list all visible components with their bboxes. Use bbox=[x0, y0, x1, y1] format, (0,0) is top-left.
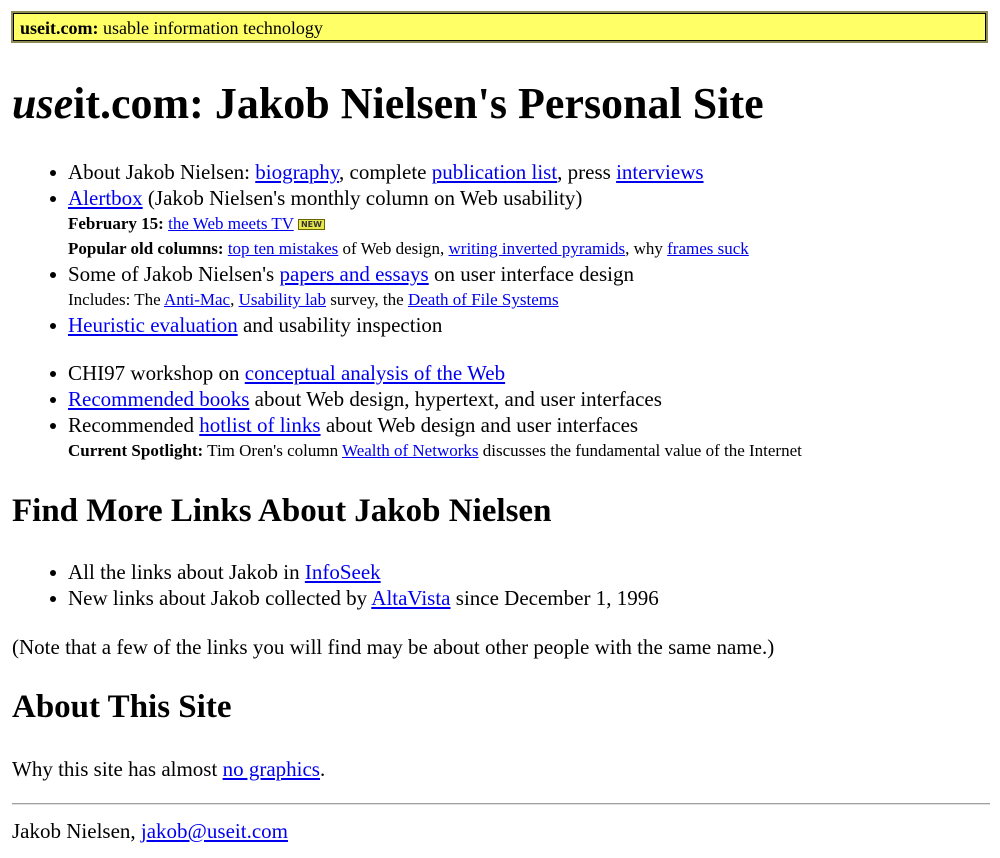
page-title-italic: use bbox=[12, 79, 74, 128]
same-name-note: (Note that a few of the links you will f… bbox=[12, 635, 775, 659]
death-of-file-systems-link[interactable]: Death of File Systems bbox=[408, 290, 559, 309]
about-sep1: , complete bbox=[339, 160, 432, 184]
footer-name: Jakob Nielsen, bbox=[12, 819, 141, 843]
site-banner: useit.com: usable information technology bbox=[11, 11, 988, 43]
list-item-chi97: CHI97 workshop on conceptual analysis of… bbox=[0, 360, 802, 386]
hotlist-link[interactable]: hotlist of links bbox=[199, 413, 320, 437]
papers-essays-link[interactable]: papers and essays bbox=[279, 262, 428, 286]
hotlist-prefix: Recommended bbox=[68, 413, 200, 437]
alertbox-link[interactable]: Alertbox bbox=[68, 186, 143, 210]
altavista-rest: since December 1, 1996 bbox=[450, 586, 659, 610]
about-site-heading: About This Site bbox=[12, 689, 232, 725]
inverted-pyramids-link[interactable]: writing inverted pyramids bbox=[449, 239, 626, 258]
find-links-list: All the links about Jakob in InfoSeek Ne… bbox=[0, 559, 659, 611]
banner-tagline: usable information technology bbox=[98, 18, 323, 38]
no-graphics-link[interactable]: no graphics bbox=[223, 757, 320, 781]
wealth-of-networks-link[interactable]: Wealth of Networks bbox=[342, 441, 478, 460]
no-graphics-prefix: Why this site has almost bbox=[12, 757, 223, 781]
list-item-books: Recommended books about Web design, hype… bbox=[0, 386, 802, 412]
altavista-link[interactable]: AltaVista bbox=[371, 586, 450, 610]
about-prefix: About Jakob Nielsen: bbox=[68, 160, 256, 184]
infoseek-prefix: All the links about Jakob in bbox=[68, 560, 305, 584]
chi-prefix: CHI97 workshop on bbox=[68, 361, 245, 385]
papers-rest: on user interface design bbox=[428, 262, 634, 286]
alertbox-popular: Popular old columns: top ten mistakes of… bbox=[68, 236, 749, 261]
top-ten-mistakes-link[interactable]: top ten mistakes bbox=[228, 239, 338, 258]
popular-sep2: , why bbox=[625, 239, 668, 258]
list-item-about: About Jakob Nielsen: biography, complete… bbox=[0, 159, 749, 185]
publication-list-link[interactable]: publication list bbox=[432, 160, 557, 184]
papers-prefix: Some of Jakob Nielsen's bbox=[68, 262, 280, 286]
latest-date-label: February 15: bbox=[68, 214, 164, 233]
heuristic-evaluation-link[interactable]: Heuristic evaluation bbox=[68, 313, 238, 337]
list-item-heuristic: Heuristic evaluation and usability inspe… bbox=[0, 312, 749, 338]
conceptual-analysis-link[interactable]: conceptual analysis of the Web bbox=[245, 361, 505, 385]
email-link[interactable]: jakob@useit.com bbox=[141, 819, 288, 843]
anti-mac-link[interactable]: Anti-Mac bbox=[164, 290, 230, 309]
about-sep2: , press bbox=[557, 160, 617, 184]
footer: Jakob Nielsen, jakob@useit.com bbox=[12, 818, 288, 844]
new-badge-icon: NEW bbox=[297, 219, 325, 230]
alertbox-latest: February 15: the Web meets TV NEW bbox=[68, 211, 749, 236]
spotlight-rest: discusses the fundamental value of the I… bbox=[478, 441, 802, 460]
list-item-altavista: New links about Jakob collected by AltaV… bbox=[0, 585, 659, 611]
books-rest: about Web design, hypertext, and user in… bbox=[249, 387, 662, 411]
hotlist-rest: about Web design and user interfaces bbox=[320, 413, 639, 437]
papers-includes: Includes: The Anti-Mac, Usability lab su… bbox=[68, 287, 749, 312]
usability-lab-link[interactable]: Usability lab bbox=[239, 290, 326, 309]
popular-label: Popular old columns: bbox=[68, 239, 224, 258]
includes-sep2: survey, the bbox=[325, 290, 408, 309]
page-title: useit.com: Jakob Nielsen's Personal Site bbox=[12, 78, 764, 130]
heuristic-rest: and usability inspection bbox=[237, 313, 443, 337]
list-item-infoseek: All the links about Jakob in InfoSeek bbox=[0, 559, 659, 585]
current-spotlight: Current Spotlight: Tim Oren's column Wea… bbox=[68, 438, 802, 463]
main-topics-list: About Jakob Nielsen: biography, complete… bbox=[0, 159, 749, 338]
page-title-rest: it.com: Jakob Nielsen's Personal Site bbox=[73, 79, 764, 128]
no-graphics-suffix: . bbox=[319, 757, 326, 781]
spotlight-label: Current Spotlight: bbox=[68, 441, 204, 460]
no-graphics-line: Why this site has almost no graphics. bbox=[12, 756, 325, 782]
banner-site-name: useit.com: bbox=[20, 18, 99, 38]
infoseek-link[interactable]: InfoSeek bbox=[305, 560, 381, 584]
web-meets-tv-link[interactable]: the Web meets TV bbox=[168, 214, 294, 233]
altavista-prefix: New links about Jakob collected by bbox=[68, 586, 372, 610]
find-links-heading: Find More Links About Jakob Nielsen bbox=[12, 493, 552, 529]
alertbox-desc: (Jakob Nielsen's monthly column on Web u… bbox=[142, 186, 583, 210]
frames-suck-link[interactable]: frames suck bbox=[667, 239, 749, 258]
includes-sep1: , bbox=[230, 290, 239, 309]
footer-divider bbox=[12, 803, 990, 805]
includes-prefix: Includes: The bbox=[68, 290, 164, 309]
secondary-topics-list: CHI97 workshop on conceptual analysis of… bbox=[0, 360, 802, 463]
list-item-alertbox: Alertbox (Jakob Nielsen's monthly column… bbox=[0, 185, 749, 261]
recommended-books-link[interactable]: Recommended books bbox=[68, 387, 249, 411]
interviews-link[interactable]: interviews bbox=[616, 160, 703, 184]
popular-sep1: of Web design, bbox=[338, 239, 449, 258]
spotlight-prefix: Tim Oren's column bbox=[203, 441, 343, 460]
list-item-hotlist: Recommended hotlist of links about Web d… bbox=[0, 412, 802, 463]
list-item-papers: Some of Jakob Nielsen's papers and essay… bbox=[0, 261, 749, 312]
biography-link[interactable]: biography bbox=[255, 160, 339, 184]
